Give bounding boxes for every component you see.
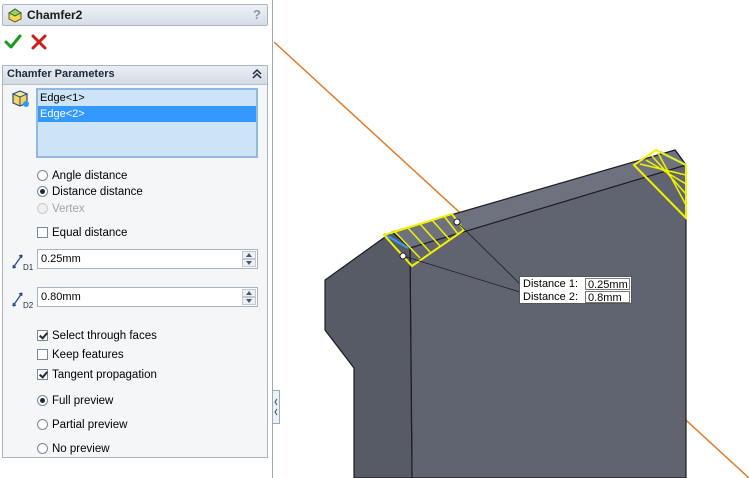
- distance-distance-radio[interactable]: Distance distance: [37, 184, 143, 200]
- distance-2-increment-button[interactable]: [242, 289, 256, 297]
- property-manager: Chamfer2 ? Chamfer Parameters Edge<1> Ed…: [0, 0, 273, 478]
- edge-selection-list[interactable]: Edge<1> Edge<2>: [36, 88, 258, 158]
- partial-preview-label: Partial preview: [52, 419, 128, 431]
- distance-2-input[interactable]: [40, 289, 237, 305]
- no-preview-radio[interactable]: No preview: [37, 441, 110, 457]
- distance-2-callout-label: Distance 2:: [523, 291, 579, 303]
- distance-1-icon: D1: [12, 254, 34, 272]
- radio-indicator: [37, 395, 48, 406]
- d1-label: D1: [23, 263, 34, 272]
- list-item[interactable]: Edge<1>: [38, 90, 256, 106]
- checkbox-indicator: [37, 227, 48, 238]
- checkbox-indicator: [37, 330, 48, 341]
- radio-indicator: [37, 419, 48, 430]
- distance-2-callout-value[interactable]: 0.8mm: [585, 291, 630, 304]
- equal-distance-label: Equal distance: [52, 227, 128, 239]
- property-manager-title-bar: Chamfer2 ?: [2, 4, 268, 26]
- keep-features-checkbox[interactable]: Keep features: [37, 347, 124, 363]
- full-preview-label: Full preview: [52, 395, 114, 407]
- chamfer-feature-icon: [8, 8, 22, 23]
- distance-1-input[interactable]: [40, 251, 237, 267]
- tangent-propagation-checkbox[interactable]: Tangent propagation: [37, 367, 157, 383]
- distance-callout: Distance 1: 0.25mm Distance 2: 0.8mm: [519, 276, 632, 304]
- angle-distance-label: Angle distance: [52, 170, 128, 182]
- no-preview-label: No preview: [52, 443, 110, 455]
- full-preview-radio[interactable]: Full preview: [37, 393, 113, 409]
- distance-2-decrement-button[interactable]: [242, 297, 256, 305]
- partial-preview-radio[interactable]: Partial preview: [37, 417, 127, 433]
- distance-1-callout-value[interactable]: 0.25mm: [585, 278, 630, 291]
- vertex-label: Vertex: [52, 203, 85, 215]
- radio-indicator: [37, 186, 48, 197]
- distance-1-callout-label: Distance 1:: [523, 278, 579, 290]
- checkbox-indicator: [37, 349, 48, 360]
- equal-distance-checkbox[interactable]: Equal distance: [37, 225, 127, 241]
- group-title: Chamfer Parameters: [7, 68, 115, 80]
- radio-indicator: [37, 203, 48, 214]
- callout-row-distance-2: Distance 2: 0.8mm: [520, 291, 631, 304]
- distance-1-decrement-button[interactable]: [242, 259, 256, 267]
- handle-point[interactable]: [453, 218, 461, 226]
- distance-distance-label: Distance distance: [52, 186, 143, 198]
- vertex-radio: Vertex: [37, 201, 85, 217]
- distance-1-spinbox[interactable]: [37, 249, 258, 269]
- d2-label: D2: [23, 301, 34, 310]
- list-item[interactable]: Edge<2>: [38, 106, 256, 122]
- model-side-face[interactable]: [324, 231, 413, 478]
- edge-selection-icon: [11, 90, 29, 107]
- select-through-faces-checkbox[interactable]: Select through faces: [37, 328, 157, 344]
- keep-features-label: Keep features: [52, 349, 124, 361]
- handle-point[interactable]: [399, 252, 407, 260]
- radio-indicator: [37, 443, 48, 454]
- tangent-propagation-label: Tangent propagation: [52, 369, 157, 381]
- angle-distance-radio[interactable]: Angle distance: [37, 168, 127, 184]
- select-through-faces-label: Select through faces: [52, 330, 157, 342]
- help-button[interactable]: ?: [253, 7, 261, 22]
- radio-indicator: [37, 170, 48, 181]
- distance-1-increment-button[interactable]: [242, 251, 256, 259]
- graphics-viewport[interactable]: [274, 0, 749, 478]
- chamfer-parameters-group: Chamfer Parameters Edge<1> Edge<2> Angle…: [2, 65, 268, 458]
- distance-2-icon: D2: [12, 292, 34, 310]
- feature-title: Chamfer2: [27, 8, 83, 22]
- cancel-x-icon[interactable]: [30, 33, 48, 51]
- distance-2-spinbox[interactable]: [37, 287, 258, 307]
- collapse-chevron-icon[interactable]: [250, 67, 264, 81]
- group-header: Chamfer Parameters: [3, 66, 267, 85]
- checkbox-indicator: [37, 369, 48, 380]
- callout-row-distance-1: Distance 1: 0.25mm: [520, 278, 631, 291]
- ok-check-icon[interactable]: [4, 33, 22, 51]
